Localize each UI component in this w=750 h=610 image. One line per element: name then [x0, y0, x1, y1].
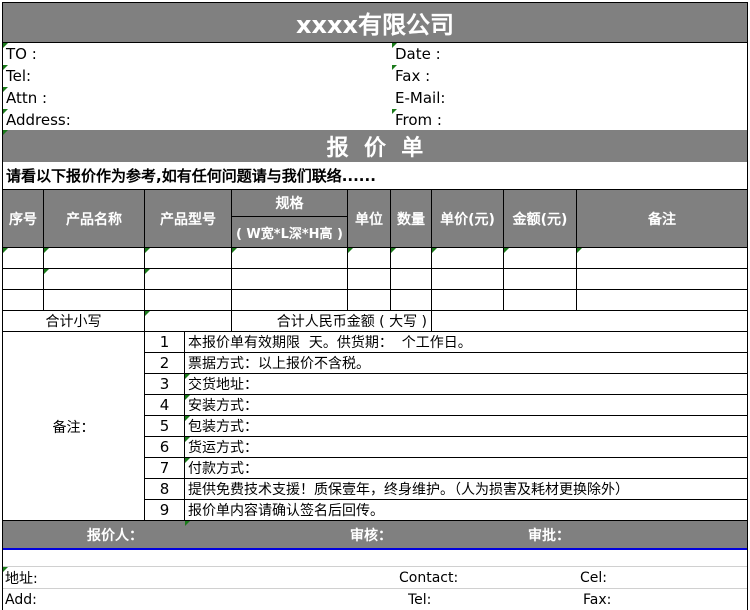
- comment-marker-icon: [185, 437, 190, 442]
- comment-marker-icon: [577, 248, 582, 253]
- footer-cel: Cel:: [580, 569, 607, 586]
- comment-marker-icon: [504, 248, 509, 253]
- header-spec-sub: ( W宽*L深*H高 ): [232, 217, 347, 247]
- footer-fax: Fax:: [583, 591, 612, 608]
- comment-marker-icon: [3, 87, 8, 92]
- note-number: 1: [159, 333, 170, 351]
- intro-text: 请看以下报价作为参考,如有任何问题请与我们联络......: [6, 167, 376, 185]
- header-spec: 规格: [232, 190, 347, 216]
- comment-marker-icon: [44, 248, 49, 253]
- subtotal-value[interactable]: [145, 311, 231, 331]
- note-text[interactable]: 提供免费技术支援！质保壹年，终身维护。（人为损害及耗材更换除外）: [185, 479, 747, 499]
- comment-marker-icon: [392, 65, 397, 70]
- table-row[interactable]: [3, 248, 747, 268]
- comment-marker-icon: [185, 374, 190, 379]
- signature-quoter[interactable]: 报价人：: [3, 521, 183, 549]
- header-model: 产品型号: [145, 190, 231, 247]
- note-number: 7: [159, 459, 170, 477]
- info-fax[interactable]: Fax :: [392, 65, 747, 86]
- header-remark: 备注: [577, 190, 747, 247]
- info-address[interactable]: Address:: [3, 109, 391, 130]
- header-amount: 金额(元): [504, 190, 576, 247]
- header-unit-price: 单价(元): [432, 190, 503, 247]
- gridline: [3, 289, 747, 290]
- comment-marker-icon: [185, 521, 190, 526]
- gridline: [3, 268, 747, 269]
- gridline: [2, 2, 748, 3]
- signature-reviewer[interactable]: 审核：: [350, 521, 450, 549]
- note-text[interactable]: 报价单内容请确认签名后回传。: [185, 500, 747, 520]
- company-title: xxxx有限公司: [3, 3, 747, 42]
- note-text[interactable]: 付款方式：: [185, 458, 747, 478]
- quote-title: 报 价 单: [3, 130, 747, 162]
- info-tel[interactable]: Tel:: [3, 65, 391, 86]
- note-number: 2: [159, 354, 170, 372]
- footer-address-en: Add:: [5, 591, 37, 608]
- note-text[interactable]: 包装方式：: [185, 416, 747, 436]
- header-product-name: 产品名称: [44, 190, 144, 247]
- comment-marker-icon: [185, 395, 190, 400]
- total-rmb-value[interactable]: [432, 311, 747, 331]
- comment-marker-icon: [3, 248, 8, 253]
- note-number: 6: [159, 438, 170, 456]
- footer-address-cn: 地址:: [5, 570, 38, 587]
- comment-marker-icon: [391, 248, 396, 253]
- comment-marker-icon: [3, 130, 8, 135]
- signature-approver[interactable]: 审批：: [528, 521, 628, 549]
- info-date[interactable]: Date :: [392, 43, 747, 64]
- gridline: [747, 2, 748, 610]
- note-text[interactable]: 安装方式：: [185, 395, 747, 415]
- info-email[interactable]: E-Mail:: [392, 87, 747, 108]
- comment-marker-icon: [348, 248, 353, 253]
- note-text[interactable]: 本报价单有效期限 天。供货期： 个工作日。: [185, 332, 747, 352]
- footer-tel: Tel:: [408, 591, 432, 608]
- note-text[interactable]: 交货地址：: [185, 374, 747, 394]
- comment-marker-icon: [392, 109, 397, 114]
- note-number: 8: [159, 480, 170, 498]
- info-from[interactable]: From :: [392, 109, 747, 130]
- comment-marker-icon: [185, 416, 190, 421]
- table-row[interactable]: [3, 269, 747, 289]
- comment-marker-icon: [432, 248, 437, 253]
- comment-marker-icon: [145, 311, 150, 316]
- accent-line: [3, 548, 747, 550]
- comment-marker-icon: [185, 458, 190, 463]
- note-number: 3: [159, 375, 170, 393]
- header-unit: 单位: [348, 190, 390, 247]
- comment-marker-icon: [44, 269, 49, 274]
- note-text[interactable]: 货运方式：: [185, 437, 747, 457]
- header-qty: 数量: [391, 190, 431, 247]
- notes-label: 备注：: [52, 419, 95, 436]
- gridline: [2, 2, 3, 610]
- comment-marker-icon: [145, 248, 150, 253]
- footer-contact: Contact:: [399, 569, 459, 586]
- note-text[interactable]: 票据方式：以上报价不含税。: [185, 353, 747, 373]
- total-rmb-label: 合计人民币金额 ( 大写 ): [276, 314, 427, 330]
- comment-marker-icon: [392, 43, 397, 48]
- gridline: [231, 216, 347, 217]
- comment-marker-icon: [3, 43, 8, 48]
- comment-marker-icon: [3, 65, 8, 70]
- comment-marker-icon: [3, 109, 8, 114]
- table-row[interactable]: [3, 290, 747, 310]
- note-number: 5: [159, 417, 170, 435]
- subtotal-label: 合计小写: [45, 314, 102, 330]
- comment-marker-icon: [232, 248, 237, 253]
- info-to[interactable]: TO :: [3, 43, 391, 64]
- comment-marker-icon: [145, 269, 150, 274]
- note-number: 4: [159, 396, 170, 414]
- header-seq: 序号: [3, 190, 43, 247]
- note-number: 9: [159, 501, 170, 519]
- info-attn[interactable]: Attn :: [3, 87, 391, 108]
